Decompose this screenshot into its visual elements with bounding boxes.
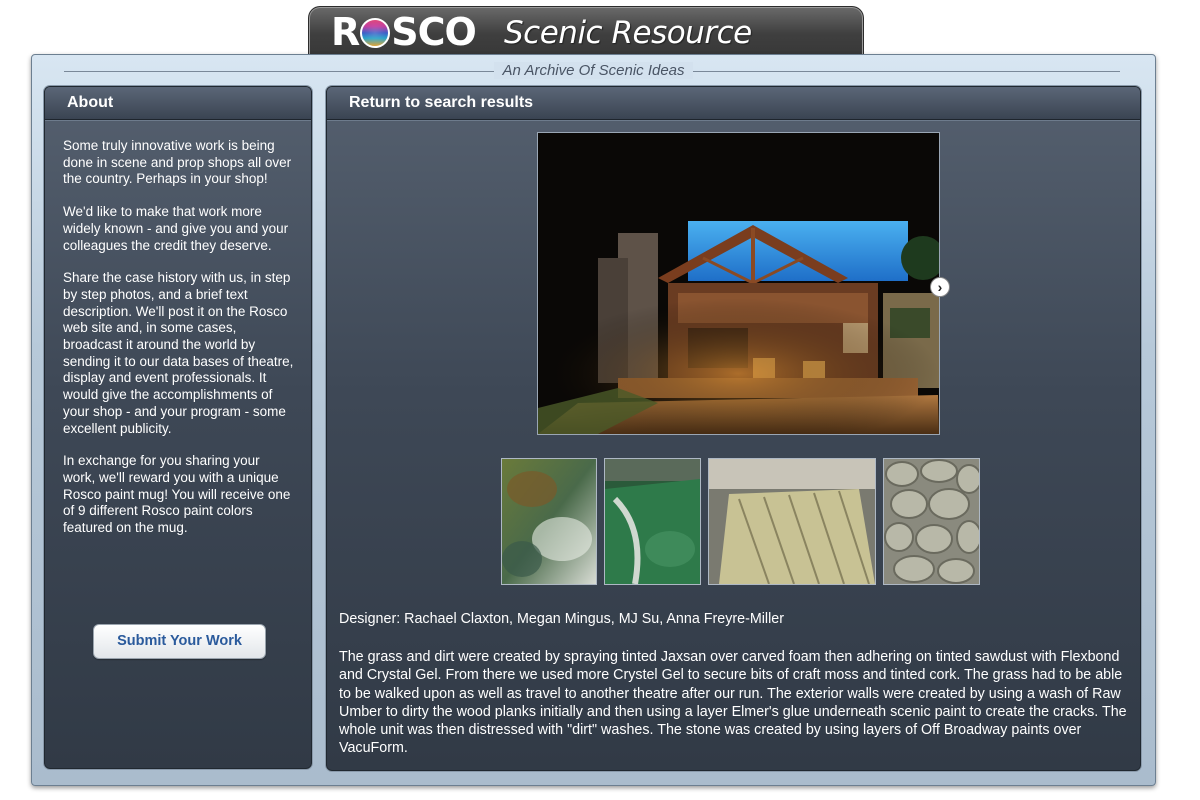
about-heading: About [45, 87, 311, 120]
detail-panel: Return to search results › Designer: Rac… [326, 86, 1141, 771]
logo-letters: SCO [391, 10, 477, 54]
return-to-search-link[interactable]: Return to search results [327, 87, 1140, 120]
submit-work-button[interactable]: Submit Your Work [93, 624, 266, 659]
about-panel: About Some truly innovative work is bein… [44, 86, 312, 769]
header-tab: RSCO Scenic Resource Gallery [308, 6, 864, 91]
logo-o-disc-icon [360, 18, 391, 48]
rosco-logo[interactable]: R SCO [331, 9, 477, 54]
about-paragraph: We'd like to make that work more widely … [63, 204, 289, 253]
tagline-wrap: An Archive Of Scenic Ideas [32, 61, 1155, 81]
thumbnail-2[interactable] [604, 458, 701, 585]
about-paragraph: Some truly innovative work is being done… [63, 138, 292, 187]
project-description: The grass and dirt were created by spray… [339, 649, 1127, 757]
about-body: Some truly innovative work is being done… [45, 120, 311, 537]
next-image-button[interactable]: › [930, 277, 950, 297]
thumbnail-1[interactable] [501, 458, 597, 585]
designer-credit: Designer: Rachael Claxton, Megan Mingus,… [339, 611, 784, 627]
thumbnail-3[interactable] [708, 458, 876, 585]
logo-letter-r: R [331, 10, 360, 54]
main-photo [537, 132, 940, 435]
thumbnail-4[interactable] [883, 458, 980, 585]
tagline: An Archive Of Scenic Ideas [494, 62, 693, 79]
about-paragraph: In exchange for you sharing your work, w… [63, 453, 291, 536]
about-paragraph: Share the case history with us, in step … [63, 270, 294, 436]
